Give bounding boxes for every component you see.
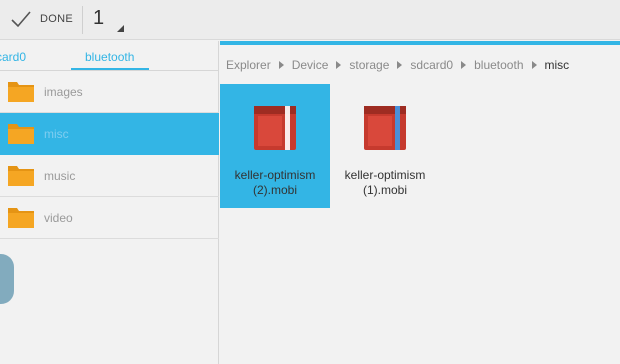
folder-icon <box>8 208 34 228</box>
file-item-keller-optimism-1[interactable]: keller-optimism (1).mobi <box>330 84 440 208</box>
breadcrumb-misc[interactable]: misc <box>545 58 570 72</box>
triangle-right-icon <box>278 61 284 69</box>
book-icon <box>254 106 296 150</box>
done-button[interactable]: DONE <box>0 0 82 40</box>
triangle-right-icon <box>531 61 537 69</box>
folder-name: music <box>44 169 76 183</box>
breadcrumb-sdcard0[interactable]: sdcard0 <box>410 58 453 72</box>
tab-bluetooth[interactable]: bluetooth <box>85 50 134 64</box>
selection-count[interactable]: 1 <box>93 7 104 30</box>
breadcrumb-bluetooth[interactable]: bluetooth <box>474 58 523 72</box>
file-name: keller-optimism (2).mobi <box>234 168 316 197</box>
tab-card0[interactable]: card0 <box>0 50 26 64</box>
selection-dropdown-icon[interactable] <box>117 25 124 32</box>
breadcrumb-explorer[interactable]: Explorer <box>226 58 271 72</box>
folder-icon <box>8 166 34 186</box>
folder-item-video[interactable]: video <box>0 197 219 239</box>
touch-indicator <box>0 254 14 304</box>
folder-icon <box>8 124 34 144</box>
breadcrumb-device[interactable]: Device <box>292 58 329 72</box>
file-explorer-app: DONE 1 card0 bluetooth images misc <box>0 0 620 364</box>
file-item-keller-optimism-2[interactable]: keller-optimism (2).mobi <box>220 84 330 208</box>
folder-pane: card0 bluetooth images misc music <box>0 41 219 364</box>
check-icon <box>11 11 31 28</box>
folder-item-misc[interactable]: misc <box>0 113 219 155</box>
file-pane: Explorer Device storage sdcard0 bluetoot… <box>220 41 620 364</box>
folder-name: misc <box>44 127 69 141</box>
accent-bar <box>220 41 620 45</box>
book-icon <box>364 106 406 150</box>
folder-name: images <box>44 85 83 99</box>
breadcrumb-storage[interactable]: storage <box>349 58 389 72</box>
breadcrumb: Explorer Device storage sdcard0 bluetoot… <box>226 57 569 73</box>
triangle-right-icon <box>336 61 342 69</box>
action-bar: DONE 1 <box>0 0 620 40</box>
triangle-right-icon <box>461 61 467 69</box>
action-bar-divider <box>82 6 83 34</box>
folder-item-images[interactable]: images <box>0 71 219 113</box>
triangle-right-icon <box>397 61 403 69</box>
folder-icon <box>8 82 34 102</box>
folder-item-music[interactable]: music <box>0 155 219 197</box>
folder-name: video <box>44 211 73 225</box>
file-name: keller-optimism (1).mobi <box>344 168 426 197</box>
storage-tabs: card0 bluetooth <box>0 41 219 71</box>
done-label: DONE <box>40 13 73 25</box>
